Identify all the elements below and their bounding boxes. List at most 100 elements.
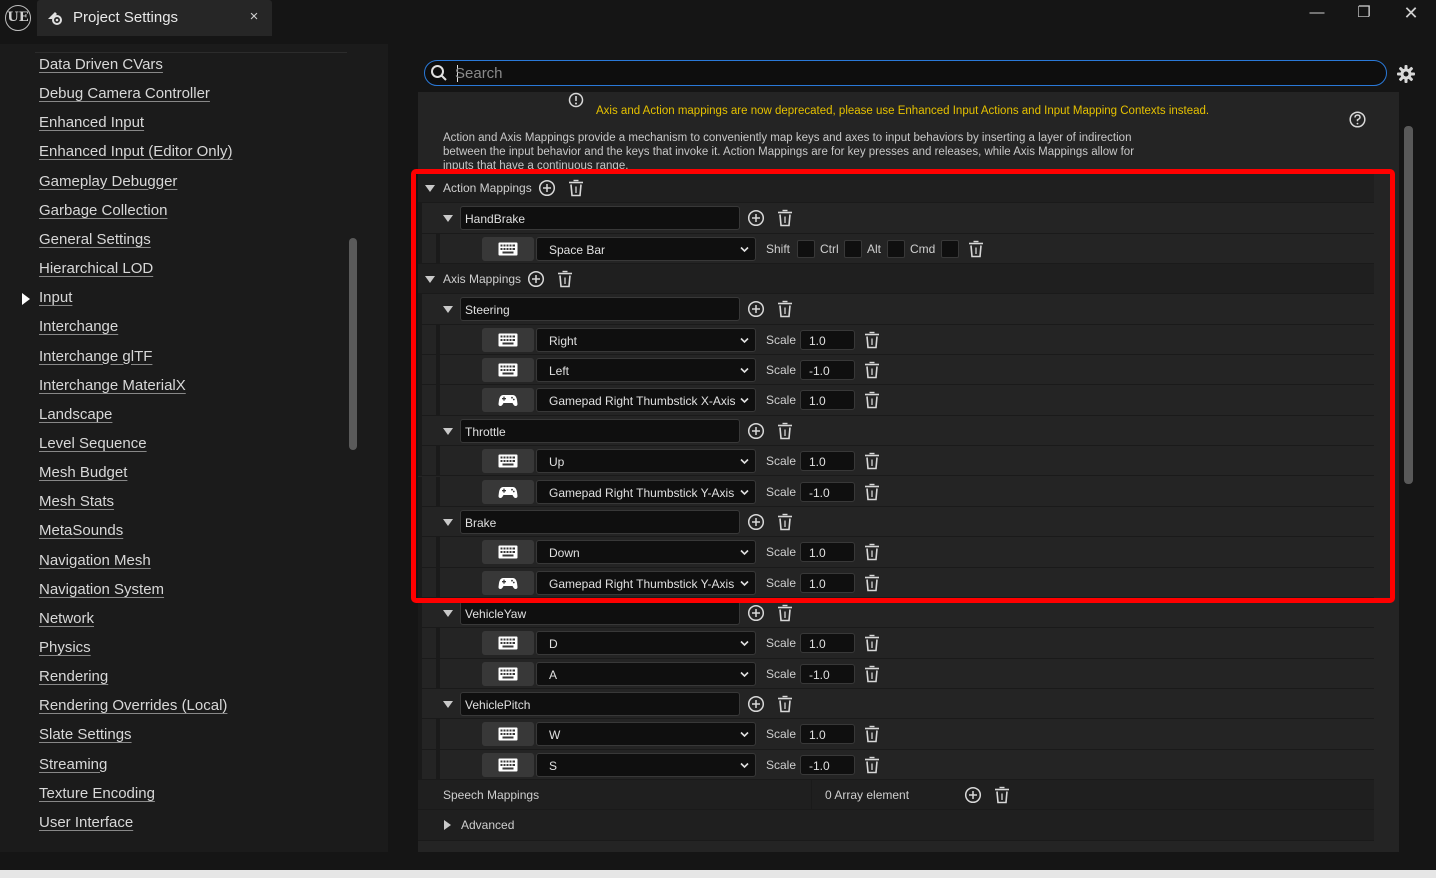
- sidebar-item[interactable]: Rendering Overrides (Local): [39, 697, 227, 719]
- sidebar-item[interactable]: Mesh Budget: [39, 464, 127, 486]
- scale-input[interactable]: 1.0: [800, 542, 855, 563]
- search-input[interactable]: [455, 63, 1355, 83]
- scale-input[interactable]: 1.0: [800, 451, 855, 472]
- scale-input[interactable]: 1.0: [800, 724, 855, 745]
- key-combo[interactable]: Gamepad Right Thumbstick Y-Axis: [536, 570, 756, 595]
- key-combo[interactable]: Gamepad Right Thumbstick X-Axis: [536, 388, 756, 413]
- delete-key-icon[interactable]: [863, 391, 881, 409]
- sidebar-item[interactable]: Level Sequence: [39, 435, 147, 457]
- collapse-arrow-icon[interactable]: [443, 609, 453, 617]
- collapse-arrow-icon[interactable]: [443, 700, 453, 708]
- delete-key-icon[interactable]: [863, 574, 881, 592]
- key-selector-button[interactable]: [482, 388, 534, 413]
- sidebar-item[interactable]: Mesh Stats: [39, 493, 114, 515]
- restore-button[interactable]: ❐: [1347, 2, 1381, 24]
- key-selector-button[interactable]: [482, 479, 534, 504]
- delete-axis-icon[interactable]: [776, 422, 794, 440]
- scale-input[interactable]: -1.0: [800, 481, 855, 502]
- key-combo[interactable]: Right: [536, 327, 756, 352]
- add-key-icon[interactable]: [747, 695, 765, 713]
- sidebar-item[interactable]: Navigation Mesh: [39, 552, 151, 574]
- key-combo[interactable]: Space Bar: [536, 236, 756, 261]
- axis-name-field[interactable]: Throttle: [460, 418, 740, 443]
- clear-speech-mappings-icon[interactable]: [993, 786, 1011, 804]
- sidebar-item[interactable]: General Settings: [39, 231, 151, 253]
- sidebar-item[interactable]: Enhanced Input: [39, 114, 144, 136]
- sidebar-item[interactable]: Gameplay Debugger: [39, 173, 177, 195]
- key-combo[interactable]: Down: [536, 540, 756, 565]
- close-window-button[interactable]: ✕: [1394, 2, 1428, 24]
- scale-input[interactable]: 1.0: [800, 329, 855, 350]
- tab-close-icon[interactable]: ×: [245, 8, 263, 26]
- scale-input[interactable]: -1.0: [800, 663, 855, 684]
- key-selector-button[interactable]: [482, 327, 534, 352]
- add-axis-mapping-icon[interactable]: [527, 270, 545, 288]
- delete-key-icon[interactable]: [863, 634, 881, 652]
- delete-key-icon[interactable]: [863, 725, 881, 743]
- scale-input[interactable]: -1.0: [800, 754, 855, 775]
- scale-input[interactable]: 1.0: [800, 633, 855, 654]
- collapse-arrow-icon[interactable]: [443, 427, 453, 435]
- sidebar-item[interactable]: Texture Encoding: [39, 785, 155, 807]
- key-combo[interactable]: Up: [536, 449, 756, 474]
- add-key-icon[interactable]: [747, 422, 765, 440]
- sidebar-item[interactable]: Rendering: [39, 668, 108, 690]
- sidebar-item[interactable]: Streaming: [39, 756, 107, 778]
- details-scrollbar[interactable]: [1404, 126, 1413, 484]
- key-combo[interactable]: S: [536, 752, 756, 777]
- sidebar-item[interactable]: Interchange: [39, 318, 118, 340]
- key-combo[interactable]: D: [536, 631, 756, 656]
- key-selector-button[interactable]: [482, 540, 534, 565]
- collapse-arrow-icon[interactable]: [443, 215, 453, 223]
- unreal-logo[interactable]: UE: [5, 5, 31, 31]
- collapse-arrow-icon[interactable]: [425, 276, 435, 284]
- expand-arrow-icon[interactable]: [444, 820, 451, 831]
- modifier-checkbox[interactable]: [844, 239, 862, 258]
- scale-input[interactable]: -1.0: [800, 360, 855, 381]
- add-key-icon[interactable]: [747, 300, 765, 318]
- sidebar-item[interactable]: Hierarchical LOD: [39, 260, 153, 282]
- sidebar-item[interactable]: Physics: [39, 639, 91, 661]
- axis-name-field[interactable]: Steering: [460, 297, 740, 322]
- key-selector-button[interactable]: [482, 449, 534, 474]
- sidebar-item[interactable]: Enhanced Input (Editor Only): [39, 143, 232, 165]
- sidebar-item[interactable]: Input: [39, 289, 72, 311]
- key-combo[interactable]: A: [536, 661, 756, 686]
- key-selector-button[interactable]: [482, 722, 534, 747]
- action-name-field[interactable]: HandBrake: [460, 206, 740, 231]
- delete-axis-icon[interactable]: [776, 695, 794, 713]
- modifier-checkbox[interactable]: [941, 239, 959, 258]
- add-key-icon[interactable]: [747, 209, 765, 227]
- delete-key-icon[interactable]: [863, 361, 881, 379]
- axis-name-field[interactable]: VehicleYaw: [460, 600, 740, 625]
- key-combo[interactable]: Left: [536, 358, 756, 383]
- sidebar-item[interactable]: User Interface: [39, 814, 133, 836]
- sidebar-item[interactable]: MetaSounds: [39, 522, 123, 544]
- delete-axis-icon[interactable]: [776, 300, 794, 318]
- collapse-arrow-icon[interactable]: [443, 518, 453, 526]
- clear-action-mappings-icon[interactable]: [567, 179, 585, 197]
- key-selector-button[interactable]: [482, 661, 534, 686]
- scale-input[interactable]: 1.0: [800, 572, 855, 593]
- delete-key-icon[interactable]: [863, 756, 881, 774]
- delete-axis-icon[interactable]: [776, 513, 794, 531]
- advanced-label[interactable]: Advanced: [461, 818, 514, 832]
- sidebar-item[interactable]: Interchange MaterialX: [39, 377, 186, 399]
- sidebar-item[interactable]: Navigation System: [39, 581, 164, 603]
- axis-name-field[interactable]: VehiclePitch: [460, 691, 740, 716]
- delete-key-icon[interactable]: [967, 240, 985, 258]
- add-speech-mapping-icon[interactable]: [964, 786, 982, 804]
- delete-action-icon[interactable]: [776, 209, 794, 227]
- delete-key-icon[interactable]: [863, 665, 881, 683]
- key-selector-button[interactable]: [482, 236, 534, 261]
- clear-axis-mappings-icon[interactable]: [556, 270, 574, 288]
- key-combo[interactable]: W: [536, 722, 756, 747]
- key-selector-button[interactable]: [482, 358, 534, 383]
- modifier-checkbox[interactable]: [887, 239, 905, 258]
- delete-key-icon[interactable]: [863, 543, 881, 561]
- sidebar-item[interactable]: Slate Settings: [39, 726, 132, 748]
- collapse-arrow-icon[interactable]: [443, 306, 453, 314]
- delete-axis-icon[interactable]: [776, 604, 794, 622]
- add-key-icon[interactable]: [747, 604, 765, 622]
- collapse-arrow-icon[interactable]: [425, 185, 435, 192]
